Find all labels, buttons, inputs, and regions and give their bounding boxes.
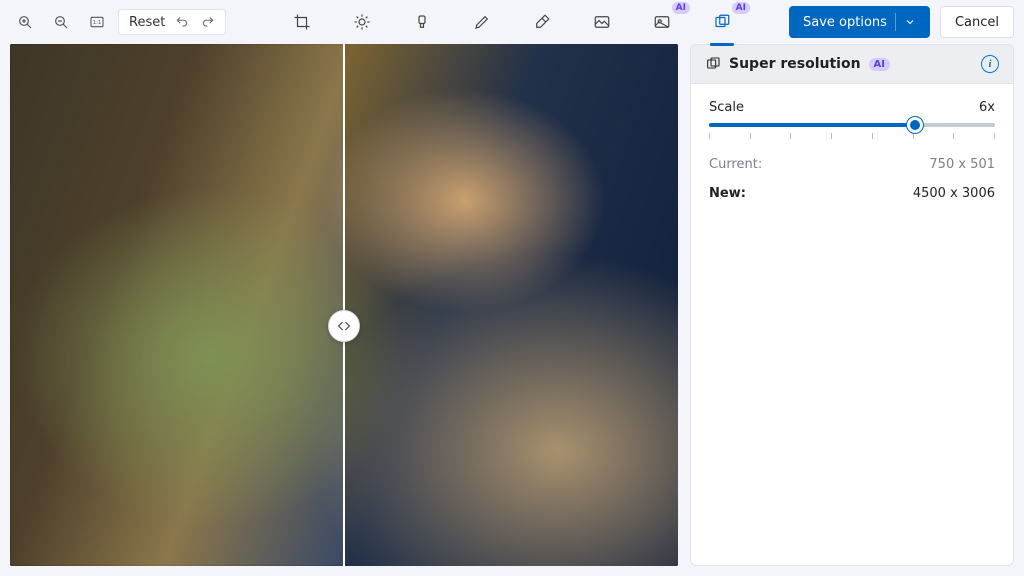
save-options-label: Save options	[803, 15, 887, 30]
panel-title: Super resolution	[729, 56, 861, 72]
new-value: 4500 x 3006	[913, 186, 995, 201]
panel-header: Super resolution AI i	[690, 44, 1014, 84]
comparison-handle[interactable]	[328, 310, 360, 342]
save-options-button[interactable]: Save options	[789, 6, 930, 38]
scale-slider[interactable]	[709, 123, 995, 139]
info-icon[interactable]: i	[981, 55, 999, 73]
scale-value: 6x	[979, 100, 995, 115]
cancel-button[interactable]: Cancel	[940, 6, 1014, 38]
current-label: Current:	[709, 157, 762, 172]
markup-icon[interactable]	[468, 8, 496, 36]
slider-thumb[interactable]	[907, 117, 923, 133]
top-toolbar: 1:1 Reset	[0, 0, 1024, 44]
reset-button[interactable]: Reset	[118, 9, 226, 35]
new-label: New:	[709, 186, 746, 201]
panel-body: Scale 6x Current: 750 x 501 New: 4500 x …	[690, 84, 1014, 566]
new-size-row: New: 4500 x 3006	[709, 186, 995, 201]
svg-text:1:1: 1:1	[93, 20, 102, 26]
background-icon[interactable]	[588, 8, 616, 36]
ai-badge: AI	[732, 2, 750, 14]
zoom-out-icon[interactable]	[46, 7, 76, 37]
current-size-row: Current: 750 x 501	[709, 157, 995, 172]
scale-label: Scale	[709, 100, 744, 115]
reset-label: Reset	[129, 15, 165, 30]
toolbar-center-group: AI AI	[288, 8, 736, 36]
ai-badge: AI	[672, 2, 690, 14]
scale-row: Scale 6x	[709, 100, 995, 115]
super-resolution-tool-icon[interactable]: AI	[708, 8, 736, 36]
adjust-icon[interactable]	[348, 8, 376, 36]
filter-icon[interactable]	[408, 8, 436, 36]
side-panel: Super resolution AI i Scale 6x Current: …	[690, 44, 1014, 566]
image-canvas	[10, 44, 678, 566]
comparison-divider	[343, 44, 345, 566]
generative-ai-icon[interactable]: AI	[648, 8, 676, 36]
zoom-in-icon[interactable]	[10, 7, 40, 37]
main-area: Super resolution AI i Scale 6x Current: …	[0, 44, 1024, 576]
crop-icon[interactable]	[288, 8, 316, 36]
chevron-down-icon	[904, 16, 916, 28]
fit-to-screen-icon[interactable]: 1:1	[82, 7, 112, 37]
current-value: 750 x 501	[929, 157, 995, 172]
panel-icon	[705, 56, 721, 72]
slider-fill	[709, 123, 915, 127]
slider-ticks	[709, 133, 995, 139]
toolbar-right-group: Save options Cancel	[789, 6, 1014, 38]
toolbar-left-group: 1:1 Reset	[10, 7, 226, 37]
redo-icon[interactable]	[199, 13, 217, 31]
cancel-label: Cancel	[955, 15, 999, 30]
panel-ai-badge: AI	[869, 58, 890, 71]
undo-icon[interactable]	[173, 13, 191, 31]
erase-icon[interactable]	[528, 8, 556, 36]
